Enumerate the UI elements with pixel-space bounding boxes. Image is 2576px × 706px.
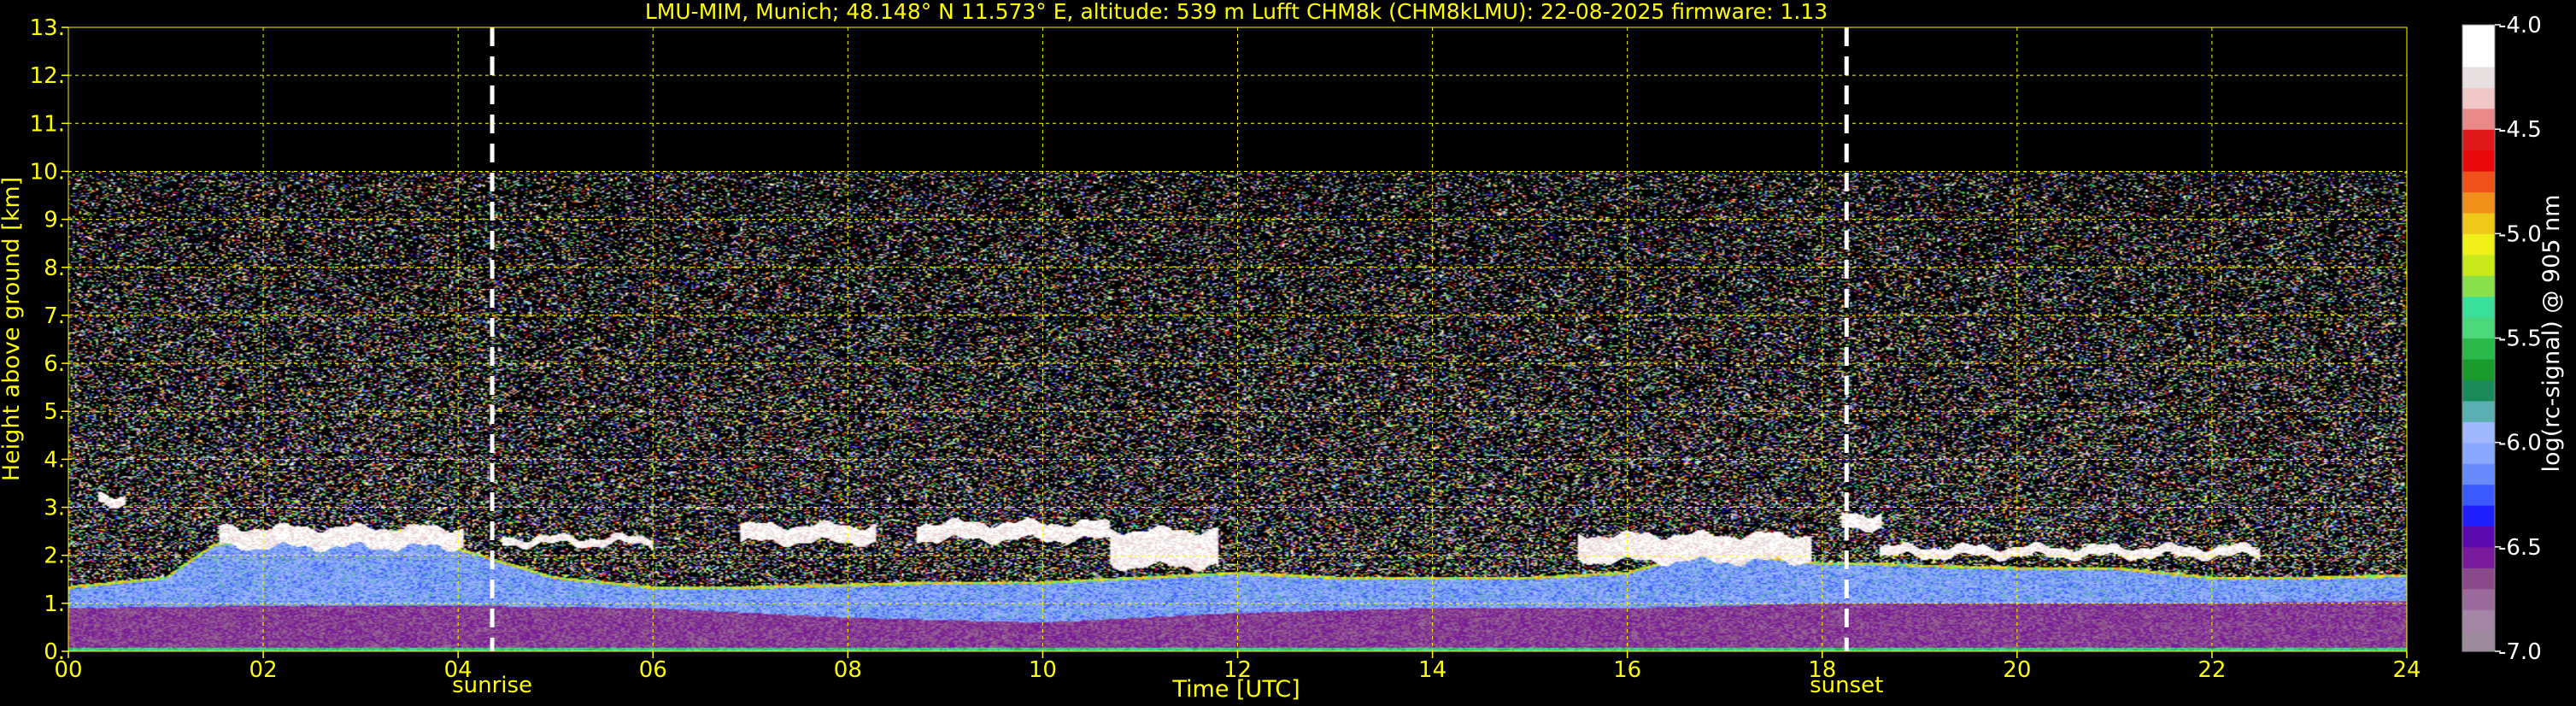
x-tick-label: 14 — [1418, 657, 1446, 683]
colorbar-segment — [2462, 526, 2495, 548]
sunrise-label: sunrise — [452, 673, 532, 698]
plot-area — [67, 26, 2408, 652]
ceilometer-chart: LMU-MIM, Munich; 48.148° N 11.573° E, al… — [0, 0, 2565, 703]
colorbar-segment — [2462, 66, 2495, 88]
colorbar-tick-label: -5.0 — [2498, 221, 2542, 247]
colorbar-segment — [2462, 568, 2495, 590]
backscatter-heatmap — [68, 27, 2407, 651]
y-tick-label: 2. — [44, 544, 65, 569]
y-axis-ticks: 0. 1. 2. 3. 4. 5. 6. 7. 8. 9. 10. 11. 12. 13. — [30, 15, 68, 665]
colorbar-segment — [2462, 150, 2495, 172]
colorbar-tick-label: -4.0 — [2498, 13, 2542, 38]
y-tick-label: 3. — [44, 496, 65, 521]
colorbar-segment — [2462, 25, 2495, 47]
sunset-label: sunset — [1810, 673, 1883, 698]
colorbar-segment — [2462, 484, 2495, 506]
colorbar-segment — [2462, 609, 2495, 632]
y-axis-label: Height above ground [km] — [0, 177, 25, 481]
colorbar — [2462, 24, 2496, 652]
x-tick-label: 06 — [639, 657, 667, 683]
x-tick-label: 10 — [1029, 657, 1057, 683]
x-axis-label: Time [UTC] — [1171, 676, 1300, 703]
colorbar-segment — [2462, 45, 2495, 68]
colorbar-segment — [2462, 630, 2495, 652]
colorbar-segment — [2462, 504, 2495, 527]
y-tick-label: 1. — [44, 591, 65, 617]
x-tick-label: 24 — [2392, 657, 2421, 683]
colorbar-segment — [2462, 296, 2495, 318]
colorbar-segment — [2462, 108, 2495, 130]
y-tick-label: 7. — [44, 303, 65, 329]
x-tick-label: 02 — [249, 657, 278, 683]
y-tick-label: 10. — [30, 159, 65, 185]
colorbar-segment — [2462, 400, 2495, 422]
colorbar-label: log(rc-signal) @ 905 nm — [2538, 195, 2565, 473]
colorbar-segment — [2462, 358, 2495, 380]
colorbar-segment — [2462, 129, 2495, 151]
colorbar-segment — [2462, 317, 2495, 339]
y-tick-label: 6. — [44, 351, 65, 377]
colorbar-segment — [2462, 546, 2495, 568]
x-tick-label: 16 — [1613, 657, 1641, 683]
colorbar-segment — [2462, 87, 2495, 109]
colorbar-segment — [2462, 379, 2495, 402]
x-tick-label: 08 — [834, 657, 862, 683]
colorbar-segment — [2462, 588, 2495, 610]
colorbar-segment — [2462, 275, 2495, 297]
colorbar-tick-label: -6.5 — [2498, 535, 2542, 561]
colorbar-segment — [2462, 338, 2495, 360]
chart-title: LMU-MIM, Munich; 48.148° N 11.573° E, al… — [645, 0, 1828, 24]
colorbar-tick-label: -5.5 — [2498, 327, 2542, 352]
colorbar-segment — [2462, 171, 2495, 193]
colorbar-segment — [2462, 191, 2495, 214]
colorbar-segment — [2462, 254, 2495, 276]
colorbar-tick-label: -7.0 — [2498, 639, 2542, 665]
colorbar-segment — [2462, 463, 2495, 485]
colorbar-tick-label: -4.5 — [2498, 117, 2542, 143]
y-tick-label: 5. — [44, 399, 65, 425]
y-tick-label: 8. — [44, 256, 65, 281]
colorbar-tick-label: -6.0 — [2498, 431, 2542, 456]
x-tick-label: 20 — [2003, 657, 2031, 683]
colorbar-segment — [2462, 233, 2495, 256]
x-tick-label: 22 — [2198, 657, 2226, 683]
colorbar-ticks: -7.0 -6.5 -6.0 -5.5 -5.0 -4.5 -4.0 — [2495, 13, 2542, 665]
y-tick-label: 13. — [30, 15, 65, 41]
y-tick-label: 9. — [44, 208, 65, 233]
y-tick-label: 11. — [30, 111, 65, 137]
colorbar-segment — [2462, 212, 2495, 234]
y-tick-label: 0. — [44, 639, 65, 665]
colorbar-segment — [2462, 421, 2495, 444]
y-tick-label: 12. — [30, 63, 65, 89]
colorbar-segment — [2462, 442, 2495, 464]
y-tick-label: 4. — [44, 447, 65, 473]
